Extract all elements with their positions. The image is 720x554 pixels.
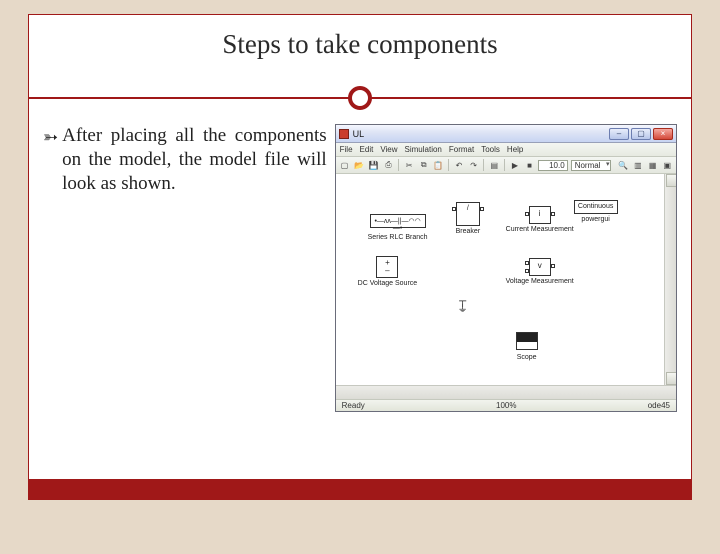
footer-accent-bar [29, 479, 691, 499]
screenshot-wrapper: UL – ▢ × File Edit View Simulation Forma… [335, 124, 677, 412]
model-browser-icon[interactable]: ▦ [647, 159, 659, 171]
menu-file[interactable]: File [340, 145, 353, 154]
body-text-column: ➳ After placing all the components on th… [43, 124, 327, 412]
toolbar: ▢ 📂 💾 ⎙ ✂ ⧉ 📋 ↶ ↷ ▤ ▶ ■ 10.0 [336, 157, 676, 174]
stop-icon[interactable]: ■ [524, 159, 536, 171]
maximize-button[interactable]: ▢ [631, 128, 651, 140]
redo-icon[interactable]: ↷ [468, 159, 480, 171]
cut-icon[interactable]: ✂ [403, 159, 415, 171]
menu-help[interactable]: Help [507, 145, 523, 154]
scrollbar-vertical[interactable] [664, 174, 676, 385]
block-label: Series RLC Branch [368, 234, 428, 241]
block-inner-label: Continuous [574, 200, 618, 214]
model-canvas[interactable]: •—ᴧᴧ—||—◠◠—• Series RLC Branch / Breaker… [336, 174, 676, 399]
titlebar[interactable]: UL – ▢ × [336, 125, 676, 143]
menu-view[interactable]: View [380, 145, 397, 154]
separator-icon [483, 159, 484, 171]
scope-icon[interactable]: ▣ [661, 159, 673, 171]
block-label: Breaker [456, 228, 481, 235]
bullet-icon: ➳ [43, 126, 58, 197]
menu-simulation[interactable]: Simulation [405, 145, 442, 154]
menubar[interactable]: File Edit View Simulation Format Tools H… [336, 143, 676, 157]
title-divider [29, 86, 691, 110]
bullet-text: After placing all the components on the … [62, 124, 327, 195]
status-solver: ode45 [648, 401, 670, 410]
block-voltage-measurement[interactable]: v Voltage Measurement [506, 258, 574, 285]
block-label: Current Measurement [506, 226, 574, 233]
simulink-window: UL – ▢ × File Edit View Simulation Forma… [335, 124, 677, 412]
block-label: Voltage Measurement [506, 278, 574, 285]
menu-format[interactable]: Format [449, 145, 474, 154]
slide-title: Steps to take components [29, 15, 691, 60]
zoom-icon[interactable]: 🔍 [617, 159, 629, 171]
save-icon[interactable]: 💾 [368, 159, 380, 171]
status-bar: Ready 100% ode45 [336, 399, 676, 411]
block-label: Scope [516, 354, 538, 361]
separator-icon [504, 159, 505, 171]
block-dc-voltage-source[interactable]: +– DC Voltage Source [358, 256, 418, 287]
block-series-rlc[interactable]: •—ᴧᴧ—||—◠◠—• Series RLC Branch [368, 214, 428, 241]
slide-frame: Steps to take components ➳ After placing… [28, 14, 692, 500]
app-icon [339, 129, 349, 139]
copy-icon[interactable]: ⧉ [418, 159, 430, 171]
print-icon[interactable]: ⎙ [383, 159, 395, 171]
menu-tools[interactable]: Tools [481, 145, 500, 154]
block-icon[interactable]: ▤ [488, 159, 500, 171]
paste-icon[interactable]: 📋 [433, 159, 445, 171]
undo-icon[interactable]: ↶ [453, 159, 465, 171]
block-scope[interactable]: Scope [516, 332, 538, 361]
separator-icon [448, 159, 449, 171]
sim-mode-select[interactable]: Normal [571, 160, 612, 171]
menu-edit[interactable]: Edit [360, 145, 374, 154]
open-icon[interactable]: 📂 [353, 159, 365, 171]
sim-stop-time-field[interactable]: 10.0 [538, 160, 567, 171]
new-icon[interactable]: ▢ [339, 159, 351, 171]
block-breaker[interactable]: / Breaker [456, 202, 481, 235]
library-icon[interactable]: ▥ [632, 159, 644, 171]
block-ground[interactable]: ┬⏚ [458, 298, 468, 314]
play-icon[interactable]: ▶ [509, 159, 521, 171]
scrollbar-horizontal[interactable] [336, 385, 676, 399]
status-ready: Ready [342, 401, 365, 410]
block-label: powergui [574, 216, 618, 223]
separator-icon [398, 159, 399, 171]
close-button[interactable]: × [653, 128, 673, 140]
window-title: UL [353, 129, 609, 139]
block-label: DC Voltage Source [358, 280, 418, 287]
block-current-measurement[interactable]: i Current Measurement [506, 206, 574, 233]
block-powergui[interactable]: Continuous powergui [574, 200, 618, 223]
status-zoom: 100% [496, 401, 516, 410]
circle-icon [348, 86, 372, 110]
minimize-button[interactable]: – [609, 128, 629, 140]
